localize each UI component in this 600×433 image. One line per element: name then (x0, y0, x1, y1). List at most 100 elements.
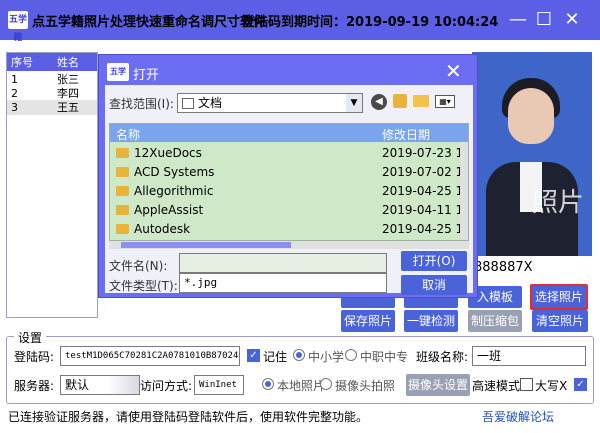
dialog-icon: 五学籍 (107, 63, 129, 94)
folder-icon (116, 205, 129, 215)
photo-overlay-text: 照片 (532, 188, 585, 218)
server-label: 服务器: (14, 379, 55, 393)
file-row[interactable]: AppleAssist 2019-04-11 16:3 (110, 201, 468, 220)
login-code-label: 登陆码: (14, 350, 55, 364)
class-name-field[interactable]: 一班 (472, 346, 586, 366)
file-name: Allegorithmic (134, 184, 214, 198)
dialog-close-icon[interactable]: ✕ (445, 59, 462, 83)
make-package-button[interactable]: 制压缩包 (468, 310, 522, 332)
file-row[interactable]: Autodesk 2019-04-25 16:5 (110, 220, 468, 239)
folder-icon (116, 186, 129, 196)
vertical-scrollbar[interactable] (460, 142, 468, 240)
filename-label: 文件名(N): (109, 259, 168, 273)
file-list: 名称 修改日期 12XueDocs 2019-07-23 17:3 ACD Sys… (109, 123, 469, 241)
grid-header-name: 姓名 (57, 56, 79, 69)
back-icon[interactable]: ◀ (371, 94, 387, 110)
radio-primary-school[interactable] (293, 349, 305, 361)
open-button[interactable]: 打开(O) (401, 251, 467, 271)
file-name: AppleAssist (134, 203, 204, 217)
radio-camera[interactable] (320, 378, 332, 390)
forum-link[interactable]: 吾爱破解论坛 (482, 408, 554, 425)
row-index: 2 (11, 87, 18, 100)
lookin-value: 文档 (198, 96, 223, 110)
server-select[interactable]: 默认 (60, 375, 140, 395)
student-grid: 序号 姓名 1 张三 2 李四 3 王五 (6, 52, 98, 318)
radio-camera-label: 摄像头拍照 (335, 379, 396, 393)
lookin-label: 查找范围(I): (109, 97, 174, 111)
login-code-field[interactable]: testM1D065C70281C2A0781010B87024 (60, 346, 240, 366)
remember-checkbox[interactable]: ✓ (247, 349, 260, 362)
lookin-combo[interactable]: 文档 ▼ (177, 93, 363, 113)
table-row[interactable]: 2 李四 (7, 86, 97, 101)
up-folder-icon[interactable] (393, 94, 407, 108)
col-name[interactable]: 名称 (116, 126, 140, 143)
file-row[interactable]: Allegorithmic 2019-04-25 17:1 (110, 182, 468, 201)
open-dialog: 五学籍 打开 ✕ 查找范围(I): 文档 ▼ ◀ ▦▾ 名称 修改日期 12Xu… (98, 54, 478, 298)
row-index: 1 (11, 73, 18, 86)
file-date: 2019-04-25 16:5 (382, 222, 468, 236)
dialog-body: 查找范围(I): 文档 ▼ ◀ ▦▾ 名称 修改日期 12XueDocs 2019… (105, 85, 473, 295)
minimize-button[interactable]: — (506, 10, 530, 30)
file-date: 2019-04-25 17:1 (382, 184, 468, 198)
uppercase-x-checkbox[interactable]: ✓ (574, 378, 587, 391)
filename-field[interactable] (179, 253, 387, 273)
file-list-header: 名称 修改日期 (110, 124, 468, 142)
row-name: 王五 (57, 101, 79, 114)
file-row[interactable]: 12XueDocs 2019-07-23 17:3 (110, 144, 468, 163)
status-message: 已连接验证服务器，请使用登陆码登陆软件后，使用软件完整功能。 (8, 410, 369, 424)
save-photo-button[interactable]: 保存照片 (341, 310, 395, 332)
file-name: 12XueDocs (134, 146, 202, 160)
filetype-select[interactable]: *.jpg (179, 273, 387, 293)
row-name: 张三 (57, 73, 79, 86)
radio-local-photo[interactable] (262, 378, 274, 390)
settings-title: 设置 (14, 329, 47, 346)
radio-vocational[interactable] (345, 349, 357, 361)
app-title: 点五学籍照片处理快速重命名调尺寸软件 (32, 15, 267, 30)
file-name: Autodesk (134, 222, 191, 236)
table-row-selected[interactable]: 3 王五 (7, 100, 97, 115)
clear-photo-button[interactable]: 清空照片 (532, 310, 588, 332)
chevron-down-icon[interactable]: ▼ (346, 94, 362, 112)
radio-local-label: 本地照片 (277, 379, 326, 393)
camera-settings-button[interactable]: 摄像头设置 (406, 374, 470, 396)
grid-header: 序号 姓名 (7, 53, 97, 71)
close-button[interactable]: ✕ (560, 10, 584, 30)
col-modified[interactable]: 修改日期 (382, 126, 430, 143)
access-label: 访问方式: (140, 379, 193, 393)
file-date: 2019-07-23 17:3 (382, 146, 468, 160)
row-index: 3 (11, 101, 18, 114)
file-date: 2019-07-02 17:2 (382, 165, 468, 179)
filetype-label: 文件类型(T): (109, 279, 178, 293)
row-name: 李四 (57, 87, 79, 100)
remember-label: 记住 (263, 350, 288, 364)
access-select[interactable]: WinInet (194, 375, 244, 395)
horizontal-scrollbar[interactable] (109, 241, 469, 249)
photo-face (508, 88, 554, 144)
id-number: 888887X (474, 260, 533, 275)
table-row[interactable]: 1 张三 (7, 72, 97, 87)
dialog-title: 打开 (133, 68, 160, 83)
new-folder-icon[interactable] (413, 95, 429, 107)
maximize-button[interactable]: ☐ (532, 10, 556, 30)
cancel-button[interactable]: 取消 (401, 275, 467, 295)
radio-vocational-label: 中职中专 (360, 350, 409, 364)
select-photo-button[interactable]: 选择照片 (530, 284, 588, 310)
folder-icon (116, 224, 129, 234)
expire-time: 登陆码到期时间：2019-09-19 10:04:24 (242, 15, 499, 30)
hd-mode-label: 高速模式 (472, 379, 521, 393)
file-name: ACD Systems (134, 165, 215, 179)
folder-icon (116, 148, 129, 158)
view-menu-icon[interactable]: ▦▾ (435, 95, 455, 108)
app-icon: 五学籍 (8, 11, 28, 43)
class-name-label: 班级名称: (416, 350, 469, 364)
photo-preview: 照片 (472, 52, 592, 256)
filetype-value: *.jpg (184, 276, 218, 289)
file-date: 2019-04-11 16:3 (382, 203, 468, 217)
radio-primary-label: 中小学 (308, 350, 345, 364)
one-click-detect-button[interactable]: 一键检测 (404, 310, 458, 332)
scroll-thumb[interactable] (121, 242, 291, 248)
grid-header-index: 序号 (11, 56, 33, 69)
hd-mode-checkbox[interactable] (520, 378, 533, 391)
file-row[interactable]: ACD Systems 2019-07-02 17:2 (110, 163, 468, 182)
document-icon (182, 98, 194, 109)
